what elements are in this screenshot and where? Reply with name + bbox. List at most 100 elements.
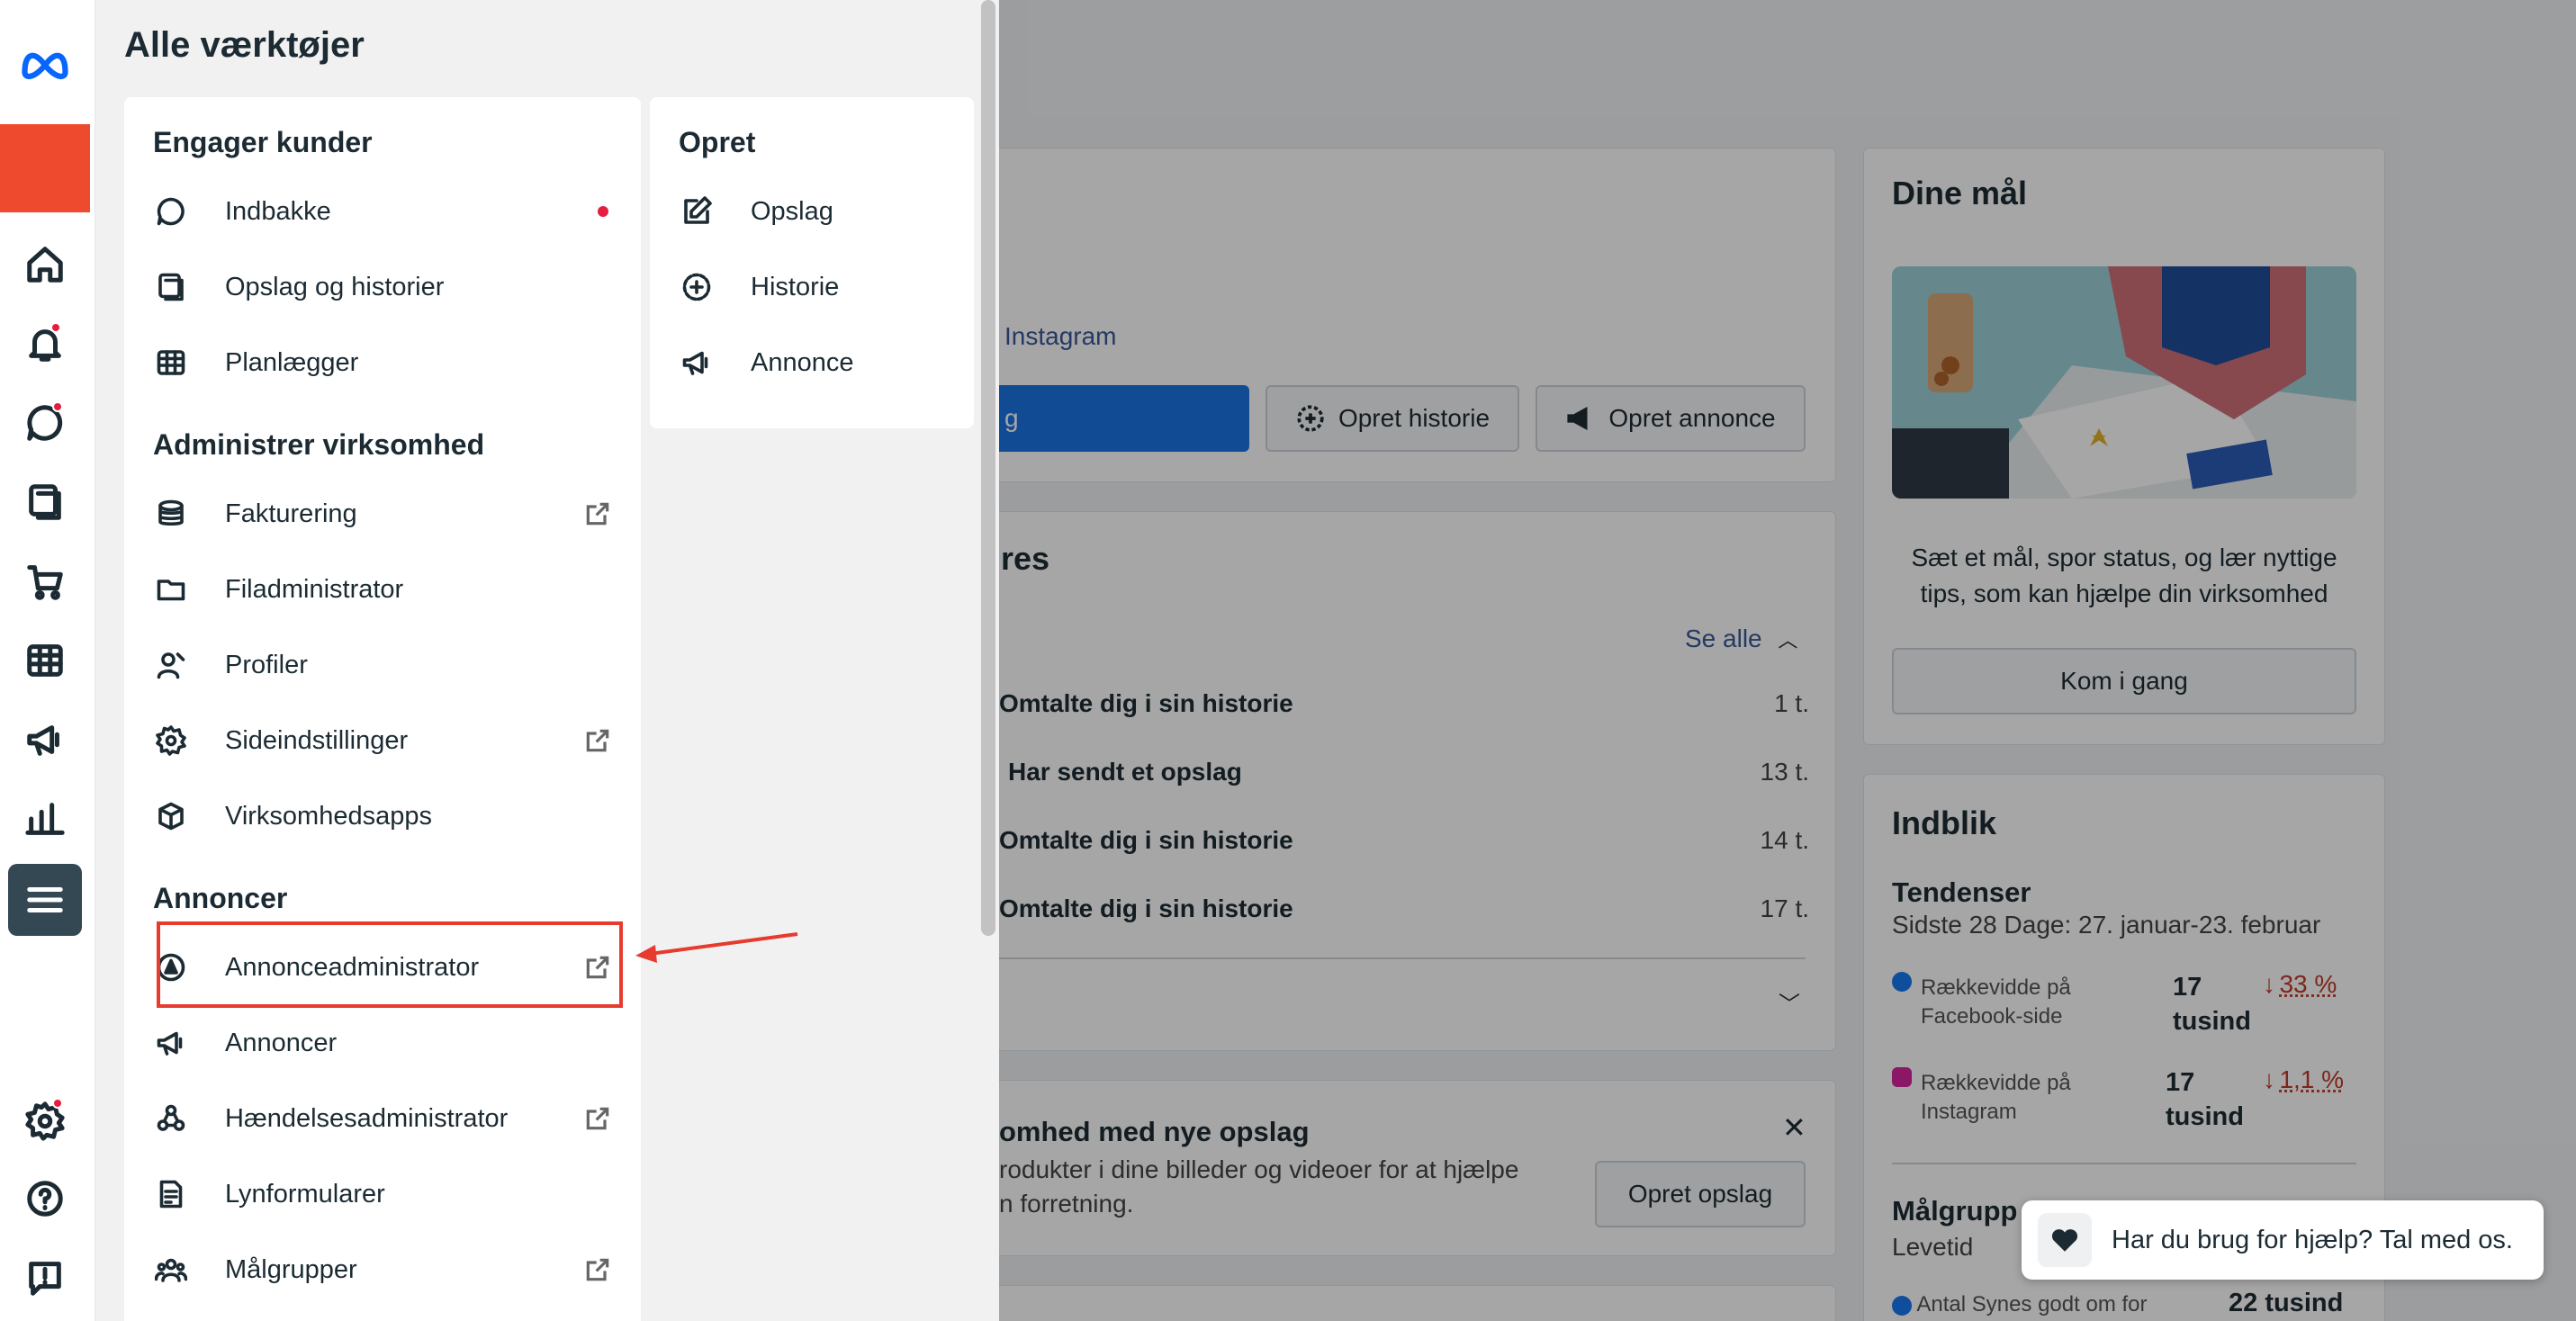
metric-label-line1: Rækkevidde på [1921, 975, 2071, 1000]
metric-value: 17 tusind [2166, 1065, 2244, 1134]
create-ad-label: Opret annonce [1608, 404, 1776, 432]
planner-table-icon[interactable] [18, 634, 72, 687]
tool-label: Fakturering [225, 499, 357, 528]
instagram-link[interactable]: Instagram [1004, 322, 1117, 351]
activity-row[interactable]: Omtalte dig i sin historie 14 t. [999, 826, 1809, 871]
activity-row[interactable]: Omtalte dig i sin historie 1 t. [999, 689, 1809, 734]
megaphone-icon [679, 345, 715, 381]
tool-label: Sideindstillinger [225, 725, 409, 755]
add-circle-icon [1297, 405, 1324, 432]
compose-pencil-icon [679, 193, 715, 229]
insights-bar-chart-icon[interactable] [18, 792, 72, 846]
home-icon[interactable] [18, 238, 72, 292]
tool-label: Virksomhedsapps [225, 801, 432, 831]
tool-ads[interactable]: Annoncer [153, 1013, 621, 1073]
insights-title: Indblik [1892, 804, 1996, 841]
external-link-icon [583, 1255, 612, 1284]
instagram-reach-metric [1892, 1067, 1912, 1087]
create-story-label: Opret historie [1338, 404, 1491, 432]
drawer-scrollbar[interactable] [981, 0, 995, 936]
tool-label: Opslag og historier [225, 272, 445, 301]
activity-row[interactable]: Omtalte dig i sin historie 17 t. [999, 894, 1809, 939]
likes-metric: Antal Synes godt om for [1892, 1292, 2147, 1317]
metric-label-line2: Facebook-side [1921, 1004, 2063, 1029]
shop-cart-icon[interactable] [18, 554, 72, 608]
create-label: Opslag [751, 196, 833, 226]
divider [999, 957, 1806, 959]
external-link-icon [583, 1104, 612, 1133]
billing-stack-icon [153, 496, 189, 532]
report-feedback-icon[interactable] [18, 1251, 72, 1305]
audience-title: Målgrupp [1892, 1195, 2018, 1227]
tool-audiences[interactable]: Målgrupper [153, 1240, 621, 1299]
meta-logo-icon[interactable] [18, 36, 72, 90]
help-chat-button[interactable]: Har du brug for hjælp? Tal med os. [2022, 1200, 2544, 1280]
promo-create-post-label: Opret opslag [1627, 1180, 1773, 1208]
tool-file-manager[interactable]: Filadministrator [153, 560, 621, 619]
help-text: Har du brug for hjælp? Tal med os. [2112, 1225, 2513, 1254]
megaphone-icon [1567, 406, 1588, 431]
metric-change[interactable]: ↓ 1,1 % [2263, 1065, 2344, 1094]
tool-planner[interactable]: Planlægger [153, 333, 621, 392]
create-post[interactable]: Opslag [679, 182, 949, 241]
tool-business-apps[interactable]: Virksomhedsapps [153, 786, 621, 846]
settings-gear-icon[interactable] [18, 1094, 72, 1148]
posts-stories-icon[interactable] [18, 475, 72, 529]
create-ad[interactable]: Annonce [679, 333, 949, 392]
activity-text: Omtalte dig i sin historie [999, 689, 1293, 717]
megaphone-icon [153, 1025, 189, 1061]
metric-label-line1: Rækkevidde på [1921, 1071, 2071, 1095]
tool-inbox[interactable]: Indbakke [153, 182, 621, 241]
activity-text: Har sendt et opslag [1008, 758, 1242, 786]
inbox-chat-icon[interactable] [18, 396, 72, 450]
see-all-label: Se alle [1685, 625, 1762, 652]
next-card [936, 1285, 1836, 1321]
activity-time: 17 t. [1760, 894, 1809, 922]
all-tools-menu-button[interactable] [8, 864, 82, 936]
notifications-bell-icon[interactable] [18, 317, 72, 371]
tool-label: Målgrupper [225, 1254, 357, 1284]
tool-page-settings[interactable]: Sideindstillinger [153, 711, 621, 770]
ads-megaphone-icon[interactable] [18, 713, 72, 767]
metric-label: Rækkevidde på Facebook-side [1921, 974, 2071, 1031]
trends-period: Sidste 28 Dage: 27. januar-23. februar [1892, 911, 2321, 939]
posts-stories-icon [153, 269, 189, 305]
facebook-icon [1892, 1295, 1912, 1316]
facebook-reach-metric [1892, 972, 1912, 992]
create-ad-button[interactable]: Opret annonce [1536, 385, 1806, 452]
chevron-down-icon[interactable]: ﹀ [1779, 986, 1800, 1018]
activity-row[interactable]: Har sendt et opslag 13 t. [999, 758, 1809, 803]
create-story-button[interactable]: Opret historie [1265, 385, 1519, 452]
folder-icon [153, 571, 189, 607]
get-started-button[interactable]: Kom i gang [1892, 648, 2356, 714]
hamburger-menu-icon [27, 887, 63, 912]
activity-time: 13 t. [1760, 758, 1809, 786]
goals-title: Dine mål [1892, 175, 2028, 211]
create-post-label: g [1004, 404, 1019, 432]
instagram-icon [1892, 1067, 1912, 1087]
tool-billing[interactable]: Fakturering [153, 484, 621, 544]
create-story[interactable]: Historie [679, 257, 949, 317]
tool-instant-forms[interactable]: Lynformularer [153, 1164, 621, 1224]
create-label: Historie [751, 272, 840, 301]
see-all-link[interactable]: Se alle ︿ [1685, 625, 1797, 653]
metric-change[interactable]: ↓ 33 % [2263, 970, 2337, 999]
activity-time: 14 t. [1760, 826, 1809, 854]
planner-table-icon [153, 345, 189, 381]
goals-description: Sæt et mål, spor status, og lær nyttige … [1911, 544, 2337, 607]
promo-create-post-button[interactable]: Opret opslag [1595, 1161, 1806, 1227]
tool-events-manager[interactable]: Hændelsesadministrator [153, 1089, 621, 1148]
help-question-icon[interactable] [18, 1172, 72, 1226]
get-started-label: Kom i gang [2060, 667, 2188, 695]
tool-profiles[interactable]: Profiler [153, 635, 621, 695]
page-avatar[interactable] [0, 124, 90, 212]
tool-posts-stories[interactable]: Opslag og historier [153, 257, 621, 317]
likes-value: 22 tusind [2229, 1289, 2344, 1317]
arrow-down-icon: ↓ [2263, 970, 2275, 998]
tool-label: Profiler [225, 650, 308, 679]
metric-value: 17 tusind [2173, 970, 2251, 1038]
annotation-arrow-icon [635, 932, 798, 963]
create-label: Annonce [751, 347, 854, 377]
activity-time: 1 t. [1774, 689, 1809, 717]
close-icon[interactable]: ✕ [1782, 1110, 1806, 1145]
